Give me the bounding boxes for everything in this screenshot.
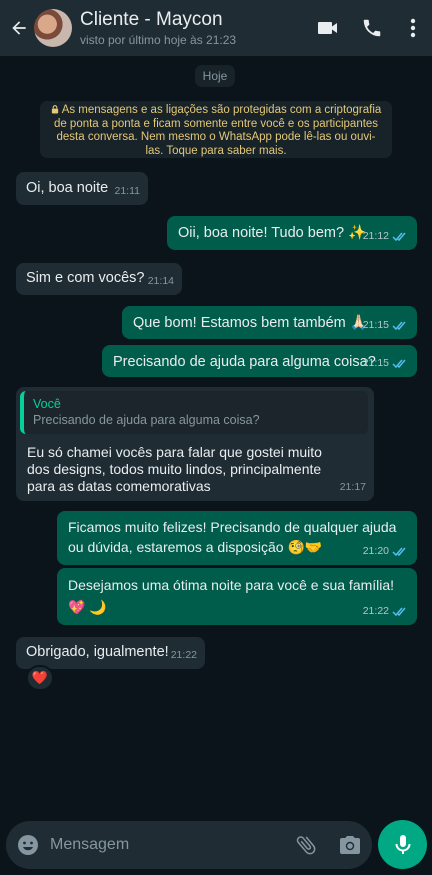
mic-button[interactable] bbox=[378, 820, 427, 869]
message-reaction[interactable]: ❤️ bbox=[26, 665, 54, 691]
quoted-author: Você bbox=[33, 397, 61, 411]
message-time: 21:15 bbox=[362, 319, 389, 331]
chat-header: Cliente - Maycon visto por último hoje à… bbox=[0, 0, 432, 56]
message-bubble[interactable]: Precisando de ajuda para alguma coisa? 2… bbox=[102, 345, 417, 377]
message-time: 21:22 bbox=[362, 605, 389, 617]
message-time: 21:14 bbox=[147, 275, 174, 287]
quoted-message[interactable]: Você Precisando de ajuda para alguma coi… bbox=[20, 391, 368, 434]
message-time: 21:15 bbox=[362, 357, 389, 369]
message-time: 21:20 bbox=[362, 545, 389, 557]
contact-info[interactable]: Cliente - Maycon visto por último hoje à… bbox=[80, 9, 306, 48]
attach-button[interactable] bbox=[284, 821, 328, 869]
read-ticks-icon bbox=[392, 607, 406, 617]
message-bubble[interactable]: Que bom! Estamos bem também 🙏🏻 21:15 bbox=[122, 306, 417, 339]
video-call-button[interactable] bbox=[306, 0, 350, 56]
message-text: Oii, boa noite! Tudo bem? ✨ bbox=[178, 225, 367, 241]
back-arrow-icon bbox=[12, 21, 26, 35]
more-options-button[interactable] bbox=[394, 0, 432, 56]
emoji-button[interactable] bbox=[6, 821, 50, 869]
message-composer bbox=[6, 821, 372, 869]
read-ticks-icon bbox=[392, 232, 406, 242]
read-ticks-icon bbox=[392, 359, 406, 369]
message-input[interactable] bbox=[50, 836, 284, 854]
message-time: 21:12 bbox=[362, 230, 389, 242]
message-text: Oi, boa noite bbox=[26, 180, 109, 196]
message-text: Desejamos uma ótima noite para você e su… bbox=[68, 577, 395, 615]
lock-icon bbox=[51, 105, 58, 114]
voice-call-button[interactable] bbox=[350, 0, 394, 56]
video-call-icon bbox=[318, 22, 337, 34]
reaction-emoji: ❤️ bbox=[31, 670, 49, 685]
message-bubble[interactable]: Desejamos uma ótima noite para você e su… bbox=[57, 568, 417, 625]
encryption-notice-text: As mensagens e as ligações são protegida… bbox=[53, 104, 382, 157]
avatar[interactable] bbox=[34, 9, 72, 47]
message-text: Ficamos muito felizes! Precisando de qua… bbox=[68, 519, 397, 555]
more-options-icon bbox=[410, 18, 416, 38]
message-bubble[interactable]: Você Precisando de ajuda para alguma coi… bbox=[16, 387, 374, 501]
quoted-text: Precisando de ajuda para alguma coisa? bbox=[33, 413, 260, 427]
emoji-icon bbox=[18, 835, 38, 855]
message-bubble[interactable]: Oi, boa noite 21:11 bbox=[16, 172, 148, 205]
read-ticks-icon bbox=[392, 547, 406, 557]
message-text: Obrigado, igualmente! bbox=[26, 644, 169, 660]
message-text: Que bom! Estamos bem também 🙏🏻 bbox=[133, 315, 368, 331]
encryption-notice[interactable]: As mensagens e as ligações são protegida… bbox=[40, 101, 392, 158]
message-text: Sim e com vocês? bbox=[26, 270, 145, 286]
camera-button[interactable] bbox=[328, 821, 372, 869]
date-separator: Hoje bbox=[195, 65, 235, 87]
mic-icon bbox=[395, 834, 410, 854]
message-time: 21:11 bbox=[114, 185, 141, 197]
message-text: Precisando de ajuda para alguma coisa? bbox=[113, 354, 376, 370]
back-button[interactable] bbox=[4, 0, 34, 56]
chat-area[interactable]: Hoje As mensagens e as ligações são prot… bbox=[0, 56, 432, 816]
message-bubble[interactable]: Obrigado, igualmente! 21:22 bbox=[16, 637, 205, 669]
contact-name: Cliente - Maycon bbox=[80, 8, 223, 30]
last-seen-status: visto por último hoje às 21:23 bbox=[80, 32, 237, 47]
message-bubble[interactable]: Sim e com vocês? 21:14 bbox=[16, 263, 182, 295]
message-text: Eu só chamei vocês para falar que gostei… bbox=[27, 444, 322, 494]
phone-icon bbox=[363, 19, 381, 37]
message-bubble[interactable]: Oii, boa noite! Tudo bem? ✨ 21:12 bbox=[167, 216, 417, 250]
read-ticks-icon bbox=[392, 321, 406, 331]
message-time: 21:22 bbox=[170, 649, 197, 661]
attach-icon bbox=[296, 836, 316, 855]
camera-icon bbox=[340, 836, 360, 854]
message-bubble[interactable]: Ficamos muito felizes! Precisando de qua… bbox=[57, 511, 417, 565]
message-time: 21:17 bbox=[339, 481, 366, 493]
